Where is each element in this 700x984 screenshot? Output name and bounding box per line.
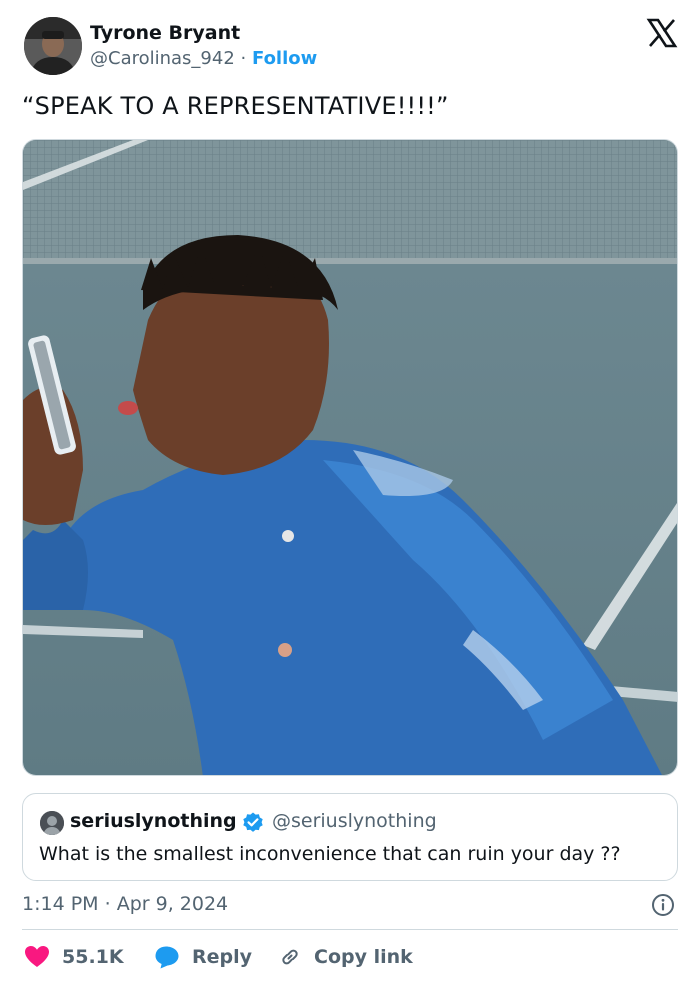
copy-link-button[interactable]: Copy link <box>278 944 413 970</box>
timestamp-separator: · <box>104 893 111 915</box>
tweet-time: 1:14 PM <box>22 893 99 915</box>
tweet-photo-image <box>23 140 677 775</box>
reply-button[interactable]: Reply <box>154 944 252 970</box>
quoted-tweet[interactable]: seriuslynothing @seriuslynothing What is… <box>22 793 678 881</box>
reply-bubble-icon <box>155 946 179 969</box>
follow-button[interactable]: Follow <box>252 48 317 69</box>
tweet-date: Apr 9, 2024 <box>116 893 229 915</box>
link-icon <box>282 949 298 965</box>
quoted-text: What is the smallest inconvenience that … <box>39 843 621 865</box>
quoted-name[interactable]: seriuslynothing <box>70 810 237 832</box>
like-count: 55.1K <box>62 946 124 968</box>
handle-separator: · <box>240 48 247 69</box>
heart-icon <box>25 946 49 967</box>
author-handle-row: @Carolinas_942 · Follow <box>90 48 317 69</box>
reply-label: Reply <box>192 946 253 968</box>
tweet-photo[interactable] <box>22 139 678 776</box>
tweet-timestamp[interactable]: 1:14 PM · Apr 9, 2024 <box>22 893 228 915</box>
quoted-handle[interactable]: @seriuslynothing <box>272 810 437 832</box>
quoted-avatar[interactable] <box>40 811 64 835</box>
like-button[interactable]: 55.1K <box>24 944 124 970</box>
actions-divider <box>22 929 678 930</box>
author-handle[interactable]: @Carolinas_942 <box>90 48 235 69</box>
tweet-text: “SPEAK TO A REPRESENTATIVE!!!!” <box>22 92 449 120</box>
x-logo-icon[interactable] <box>646 18 678 48</box>
verified-badge-icon <box>243 812 263 832</box>
author-name[interactable]: Tyrone Bryant <box>90 22 240 44</box>
author-avatar[interactable] <box>24 17 82 75</box>
copy-link-label: Copy link <box>314 946 413 968</box>
info-icon[interactable] <box>651 893 675 917</box>
tweet-card: Tyrone Bryant @Carolinas_942 · Follow “S… <box>0 0 700 984</box>
